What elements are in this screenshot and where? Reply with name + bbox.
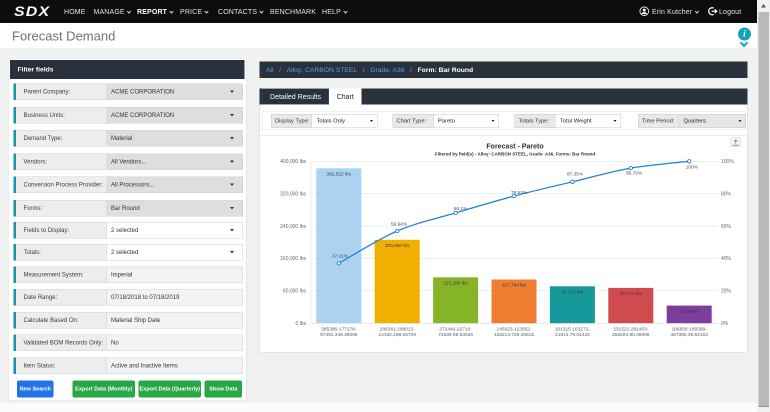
svg-text:272440-22710-: 272440-22710- [439,326,472,332]
svg-text:113,280 lbs: 113,280 lbs [443,281,468,287]
svg-text:14182,198.06729: 14182,198.06729 [379,332,417,338]
svg-text:68.1%: 68.1% [454,206,468,212]
svg-text:205,990 lbs: 205,990 lbs [385,243,410,249]
svg-text:320,000 lbs: 320,000 lbs [280,191,306,197]
svg-text:0%: 0% [721,321,729,327]
svg-text:91,217 lbs: 91,217 lbs [561,290,584,296]
svg-text:87.35%: 87.35% [567,172,584,178]
svg-text:43,485 lbs: 43,485 lbs [678,309,701,315]
svg-text:87,241 lbs: 87,241 lbs [620,291,643,297]
svg-text:145623-113052-: 145623-113052- [497,326,532,332]
svg-text:Forecast - Pareto: Forecast - Pareto [486,144,543,151]
svg-text:286341-298013-: 286341-298013- [380,326,416,332]
svg-text:231521-281403-: 231521-281403- [613,326,649,332]
svg-text:0 lbs: 0 lbs [295,321,306,327]
svg-text:78.53%: 78.53% [511,190,528,196]
svg-text:56.94%: 56.94% [391,222,408,228]
svg-text:106658-189399-: 106658-189399- [672,326,708,332]
svg-text:72639,98.53028: 72639,98.53028 [438,332,473,338]
svg-text:107,784 lbs: 107,784 lbs [502,283,527,289]
svg-text:37.01%: 37.01% [332,254,349,260]
svg-text:100%: 100% [721,159,734,165]
svg-text:40%: 40% [721,256,732,262]
svg-text:101315-163272-: 101315-163272- [555,326,591,332]
svg-text:428213,728.26815: 428213,728.26815 [494,332,534,338]
svg-text:382,522 lbs: 382,522 lbs [327,172,352,178]
svg-text:80,000 lbs: 80,000 lbs [283,289,307,295]
svg-text:100%: 100% [686,164,699,170]
svg-text:385396-177178-: 385396-177178- [321,326,357,332]
svg-text:256204,80.48088: 256204,80.48088 [612,332,650,338]
svg-text:240,000 lbs: 240,000 lbs [280,224,306,230]
svg-text:60%: 60% [721,224,732,230]
svg-text:57491,348.38095: 57491,348.38095 [320,332,358,338]
svg-text:80%: 80% [721,191,732,197]
svg-text:21913,79.04442: 21913,79.04442 [555,332,590,338]
svg-text:20%: 20% [721,289,732,295]
svg-text:Filtered by field(s) - Alloy:: Filtered by field(s) - Alloy: CARBON STE… [435,152,595,157]
svg-text:95.79%: 95.79% [626,171,643,177]
svg-text:467365,39.82153: 467365,39.82153 [671,332,709,338]
svg-text:400,000 lbs: 400,000 lbs [280,159,306,165]
svg-text:160,000 lbs: 160,000 lbs [280,256,306,262]
